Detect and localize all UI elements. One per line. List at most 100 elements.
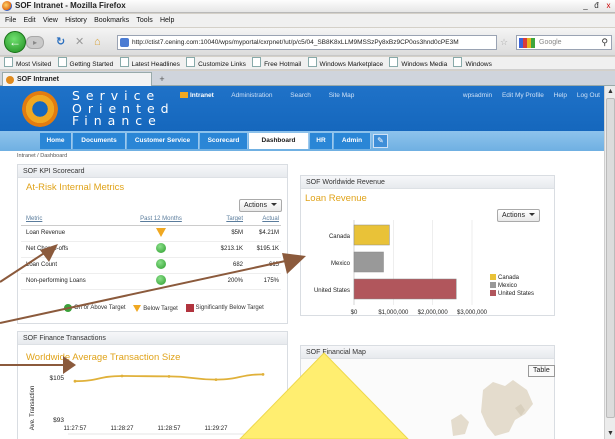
- google-icon[interactable]: [519, 38, 535, 48]
- help-link[interactable]: Help: [554, 92, 567, 99]
- vertical-scrollbar[interactable]: ▲ ▼: [604, 86, 615, 439]
- table-row[interactable]: Loan Count 682 615: [21, 257, 281, 274]
- portal-banner: Service Oriented Finance Intranet Admini…: [0, 86, 604, 131]
- url-text: http://ctist7.cening.com:10040/wps/mypor…: [132, 39, 459, 46]
- col-actual[interactable]: Actual: [243, 213, 281, 226]
- table-row[interactable]: Net Charge-offs $213.1K $195.1K: [21, 241, 281, 258]
- tab-customer-service[interactable]: Customer Service: [127, 133, 199, 149]
- menu-history[interactable]: History: [65, 14, 87, 27]
- tab-hr[interactable]: HR: [310, 133, 333, 149]
- close-button[interactable]: x: [604, 1, 613, 11]
- legend-swatch: [490, 290, 496, 296]
- bookmark-latest-headlines[interactable]: Latest Headlines: [120, 57, 180, 69]
- address-bar[interactable]: http://ctist7.cening.com:10040/wps/mypor…: [117, 35, 497, 50]
- page-content: Service Oriented Finance Intranet Admini…: [0, 86, 604, 439]
- new-tab-button[interactable]: +: [155, 73, 169, 85]
- col-past-12-months[interactable]: Past 12 Months: [125, 213, 197, 226]
- legend-label: Below Target: [143, 305, 178, 312]
- legend-label: Significantly Below Target: [195, 305, 264, 311]
- on-target-indicator-icon: [156, 243, 166, 253]
- maximize-button[interactable]: đ: [592, 1, 601, 11]
- edit-page-icon[interactable]: ✎: [373, 134, 388, 148]
- legend-swatch: [490, 282, 496, 288]
- browser-tab-label: SOF Intranet: [17, 76, 60, 83]
- top-link-search[interactable]: Search: [290, 92, 311, 99]
- window-title-bar: SOF Intranet - Mozilla Firefox _ đ x: [0, 0, 615, 13]
- data-point: [261, 373, 265, 376]
- bookmark-getting-started[interactable]: Getting Started: [58, 57, 114, 69]
- bookmark-star-icon[interactable]: ☆: [500, 36, 508, 48]
- table-row[interactable]: Non-performing Loans 200% 175%: [21, 273, 281, 290]
- scroll-up-icon[interactable]: ▲: [606, 87, 615, 96]
- y-axis-label: Ave. Transaction: [30, 386, 36, 431]
- search-placeholder: Google: [539, 39, 562, 46]
- finance-transactions-portlet: SOF Finance Transactions Worldwide Avera…: [17, 331, 288, 439]
- loan-revenue-chart: Canada Mexico United States $0 $1,000,000 $2,…: [314, 220, 534, 315]
- on-target-legend-icon: [64, 304, 72, 312]
- bookmark-windows-marketplace[interactable]: Windows Marketplace: [308, 57, 384, 69]
- legend-label: Mexico: [498, 283, 518, 289]
- on-target-indicator-icon: [156, 275, 166, 285]
- metric-target: 682: [197, 257, 243, 274]
- scroll-down-icon[interactable]: ▼: [606, 429, 615, 438]
- menu-edit[interactable]: Edit: [24, 14, 36, 27]
- site-identity-icon[interactable]: [120, 38, 129, 47]
- category-label: Canada: [329, 234, 351, 240]
- metric-target: 200%: [197, 273, 243, 290]
- browser-tab[interactable]: SOF Intranet: [2, 72, 152, 86]
- revenue-title: Loan Revenue: [305, 193, 367, 204]
- top-link-administration[interactable]: Administration: [231, 92, 272, 99]
- log-out-link[interactable]: Log Out: [577, 92, 600, 99]
- kpi-actions-button[interactable]: Actions: [239, 199, 282, 212]
- menu-view[interactable]: View: [43, 14, 58, 27]
- reload-icon[interactable]: ↻: [56, 36, 65, 48]
- bookmark-most-visited[interactable]: Most Visited: [4, 57, 51, 69]
- tab-scorecard[interactable]: Scorecard: [200, 133, 248, 149]
- metric-name: Loan Revenue: [21, 225, 125, 242]
- navigation-toolbar: ← ▸ ↻ ✕ ⌂ http://ctist7.cening.com:10040…: [0, 28, 615, 56]
- bookmark-customize-links[interactable]: Customize Links: [186, 57, 246, 69]
- tab-documents[interactable]: Documents: [73, 133, 126, 149]
- legend-swatch: [490, 274, 496, 280]
- menu-bookmarks[interactable]: Bookmarks: [94, 14, 129, 27]
- edit-profile-link[interactable]: Edit My Profile: [502, 92, 544, 99]
- sof-logo-icon[interactable]: [22, 91, 58, 127]
- top-link-intranet[interactable]: Intranet: [180, 92, 214, 99]
- bookmark-windows[interactable]: Windows: [453, 57, 491, 69]
- map-portlet-header: SOF Financial Map: [301, 346, 554, 359]
- tab-dashboard[interactable]: Dashboard: [249, 133, 309, 149]
- transaction-size-chart: $105 $93 Ave. Transaction 11:27:57 11:28:27 1…: [30, 373, 278, 435]
- home-icon[interactable]: ⌂: [94, 36, 101, 48]
- legend-label: On or Above Target: [74, 305, 126, 311]
- world-map-image[interactable]: [301, 360, 554, 439]
- col-target[interactable]: Target: [197, 213, 243, 226]
- search-bar[interactable]: Google ⚲: [516, 35, 612, 50]
- stop-icon[interactable]: ✕: [75, 36, 84, 48]
- financial-map-portlet: SOF Financial Map Table: [300, 345, 555, 439]
- bookmark-free-hotmail[interactable]: Free Hotmail: [252, 57, 301, 69]
- revenue-portlet-header: SOF Worldwide Revenue: [301, 176, 554, 189]
- category-label: United States: [314, 288, 350, 294]
- legend-label: Canada: [498, 275, 520, 281]
- tab-admin[interactable]: Admin: [334, 133, 371, 149]
- menu-help[interactable]: Help: [160, 14, 174, 27]
- menu-tools[interactable]: Tools: [136, 14, 152, 27]
- tab-home[interactable]: Home: [40, 133, 72, 149]
- data-point: [214, 378, 218, 381]
- significantly-below-legend-icon: [185, 304, 194, 312]
- col-metric[interactable]: Metric: [21, 213, 125, 226]
- bookmark-windows-media[interactable]: Windows Media: [389, 57, 447, 69]
- top-link-site-map[interactable]: Site Map: [329, 92, 355, 99]
- minimize-button[interactable]: _: [581, 1, 590, 11]
- kpi-table: Metric Past 12 Months Target Actual Loan…: [21, 213, 281, 290]
- menu-file[interactable]: File: [5, 14, 16, 27]
- scrollbar-thumb[interactable]: [606, 98, 615, 418]
- metric-name: Non-performing Loans: [21, 273, 125, 290]
- menu-bar: File Edit View History Bookmarks Tools H…: [0, 14, 615, 27]
- x-tick-label: 11:28:57: [158, 426, 182, 432]
- forward-button[interactable]: ▸: [26, 36, 44, 49]
- top-navigation: Intranet Administration Search Site Map: [180, 92, 370, 99]
- search-icon[interactable]: ⚲: [601, 36, 608, 49]
- table-row[interactable]: Loan Revenue $5M $4.21M: [21, 225, 281, 242]
- back-button[interactable]: ←: [4, 31, 26, 53]
